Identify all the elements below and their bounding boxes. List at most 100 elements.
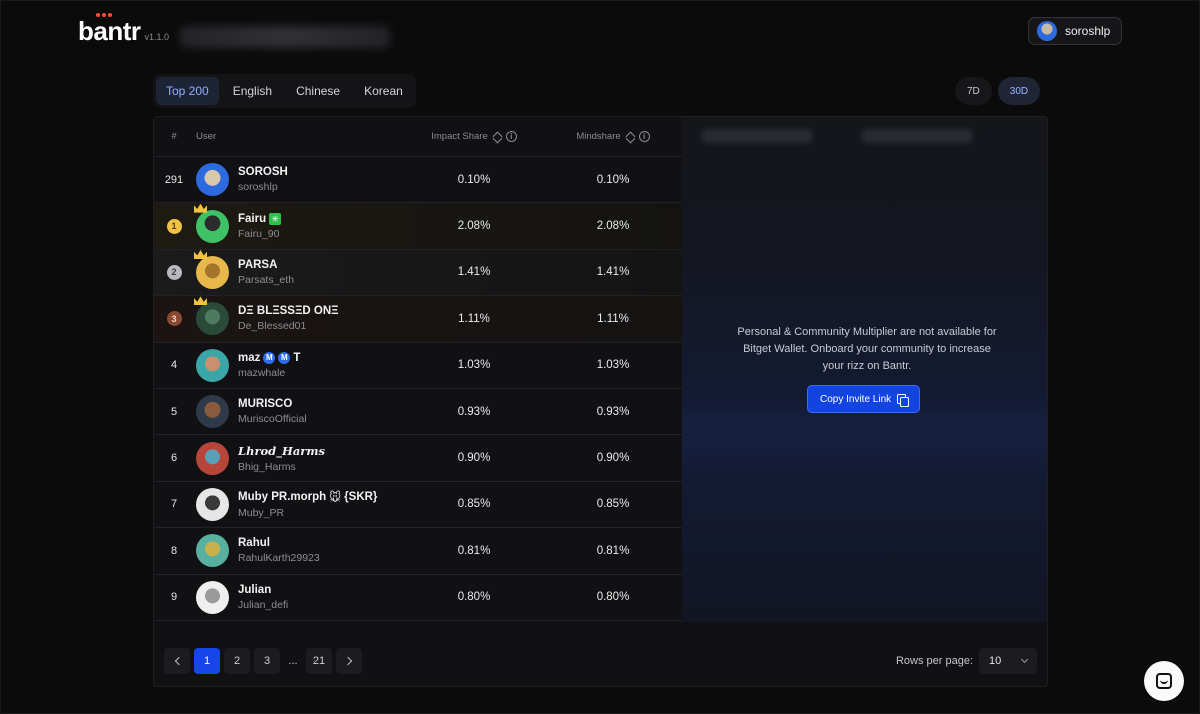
user-avatar bbox=[196, 534, 229, 568]
table-header: # User Impact Share i Mindshare i bbox=[154, 117, 682, 157]
blurred-title bbox=[180, 26, 390, 48]
col-impact-label: Impact Share bbox=[431, 131, 488, 142]
table-row[interactable]: 1 Fairu ✳ Fairu_90 2.08% 2.08% bbox=[154, 203, 682, 250]
m-badge-icon: M bbox=[278, 351, 291, 364]
tab-korean[interactable]: Korean bbox=[354, 77, 413, 105]
crown-icon bbox=[194, 249, 207, 259]
user-display-name: maz bbox=[238, 351, 261, 364]
verified-badge-icon: ✳ bbox=[269, 212, 282, 225]
sort-icon[interactable] bbox=[626, 132, 634, 142]
info-icon[interactable]: i bbox=[505, 131, 517, 142]
user-display-name: Rahul bbox=[238, 537, 270, 550]
user-display-name: 𝑳𝒉𝒓𝒐𝒅_𝑯𝒂𝒓𝒎𝒔 bbox=[238, 443, 325, 458]
table-row[interactable]: 3 DΞ BLΞSSΞD ONΞ De_Blessed01 1.11% 1.11… bbox=[154, 296, 682, 343]
table-row[interactable]: 4 maz M M T mazwhale 1.03% 1.03% bbox=[154, 343, 682, 389]
leaderboard-panel: # User Impact Share i Mindshare i 291 SO… bbox=[153, 116, 1048, 687]
logo-text: bantr bbox=[78, 16, 141, 46]
copy-icon bbox=[897, 393, 910, 407]
user-handle: MuriscoOfficial bbox=[238, 413, 307, 426]
row-rank: 9 bbox=[170, 591, 178, 604]
user-avatar bbox=[196, 487, 229, 521]
page-button-1[interactable]: 1 bbox=[194, 648, 220, 674]
col-mind-label: Mindshare bbox=[576, 131, 621, 142]
page-ellipsis: ... bbox=[288, 655, 298, 667]
rows-per-page-label: Rows per page: bbox=[895, 655, 973, 667]
copy-invite-link-button[interactable]: Copy Invite Link bbox=[807, 385, 921, 413]
page-button-2[interactable]: 2 bbox=[224, 648, 250, 674]
tab-english[interactable]: English bbox=[223, 77, 282, 105]
mouse-emoji-icon: 🐭 bbox=[329, 491, 342, 504]
chevron-left-icon bbox=[174, 656, 183, 666]
app-version: v1.1.0 bbox=[144, 32, 170, 42]
user-handle: Bhig_Harms bbox=[238, 460, 296, 473]
copy-invite-link-label: Copy Invite Link bbox=[820, 393, 892, 405]
page-button-3[interactable]: 3 bbox=[254, 648, 280, 674]
user-avatar bbox=[196, 348, 229, 382]
table-row[interactable]: 5 MURISCO MuriscoOfficial 0.93% 0.93% bbox=[154, 389, 682, 436]
support-chat-button[interactable] bbox=[1144, 661, 1184, 701]
row-rank: 6 bbox=[170, 452, 178, 465]
col-rank: # bbox=[171, 131, 177, 142]
table-row[interactable]: 9 Julian Julian_defi 0.80% 0.80% bbox=[154, 575, 682, 621]
user-display-name: Muby PR.morph bbox=[238, 490, 327, 503]
sort-icon[interactable] bbox=[493, 132, 501, 142]
next-page-button[interactable] bbox=[336, 648, 362, 674]
impact-share-value: 0.81% bbox=[457, 544, 491, 557]
tab-30d[interactable]: 30D bbox=[997, 77, 1041, 105]
mindshare-value: 2.08% bbox=[596, 220, 630, 233]
user-avatar bbox=[1037, 21, 1057, 41]
impact-share-value: 1.41% bbox=[457, 266, 491, 279]
info-icon[interactable]: i bbox=[638, 131, 650, 142]
mindshare-value: 0.90% bbox=[596, 452, 630, 465]
user-name-suffix: T bbox=[293, 351, 301, 364]
impact-share-value: 1.11% bbox=[458, 312, 490, 325]
impact-share-value: 0.85% bbox=[457, 498, 491, 511]
table-row[interactable]: 8 Rahul RahulKarth29923 0.81% 0.81% bbox=[154, 528, 682, 575]
col-impact-share[interactable]: Impact Share i bbox=[404, 131, 544, 142]
table-row[interactable]: 291 SOROSH soroshlp 0.10% 0.10% bbox=[154, 157, 682, 204]
row-rank: 5 bbox=[170, 405, 178, 418]
user-display-name: Julian bbox=[238, 583, 272, 596]
rows-per-page: Rows per page: 10 bbox=[896, 648, 1037, 674]
mindshare-value: 0.81% bbox=[596, 544, 630, 557]
table-row[interactable]: 2 PARSA Parsats_eth 1.41% 1.41% bbox=[154, 249, 682, 297]
chevron-down-icon bbox=[1020, 655, 1029, 664]
silver-medal-icon: 2 bbox=[166, 264, 182, 280]
col-user: User bbox=[196, 131, 217, 142]
tab-chinese[interactable]: Chinese bbox=[286, 77, 350, 105]
tab-top-200[interactable]: Top 200 bbox=[156, 77, 219, 105]
user-name: soroshlp bbox=[1065, 24, 1111, 38]
language-tabs: Top 200 English Chinese Korean bbox=[153, 74, 416, 108]
chat-icon bbox=[1156, 673, 1172, 689]
user-avatar bbox=[196, 395, 229, 429]
rows-per-page-select[interactable]: 10 bbox=[979, 648, 1037, 674]
multiplier-unavailable-message: Personal & Community Multiplier are not … bbox=[737, 326, 997, 372]
user-display-name: MURISCO bbox=[238, 398, 293, 411]
logo[interactable]: bantr v1.1.0 bbox=[78, 13, 170, 46]
bronze-medal-icon: 3 bbox=[166, 311, 182, 327]
table-row[interactable]: 6 𝑳𝒉𝒓𝒐𝒅_𝑯𝒂𝒓𝒎𝒔 Bhig_Harms 0.90% 0.90% bbox=[154, 435, 682, 482]
gold-medal-icon: 1 bbox=[166, 218, 182, 234]
tab-7d[interactable]: 7D bbox=[955, 77, 992, 105]
row-rank: 4 bbox=[170, 359, 178, 372]
table-row[interactable]: 7 Muby PR.morph 🐭 {SKR} Muby_PR 0.85% 0.… bbox=[154, 482, 682, 529]
m-badge-icon: M bbox=[263, 351, 276, 364]
impact-share-value: 0.80% bbox=[457, 591, 491, 604]
col-mindshare[interactable]: Mindshare i bbox=[544, 131, 682, 142]
user-menu-button[interactable]: soroshlp bbox=[1028, 17, 1122, 45]
prev-page-button[interactable] bbox=[164, 648, 190, 674]
mindshare-value: 0.10% bbox=[596, 173, 630, 186]
leaderboard-table: # User Impact Share i Mindshare i 291 SO… bbox=[154, 117, 682, 621]
crown-icon bbox=[194, 296, 207, 306]
mindshare-value: 1.11% bbox=[597, 312, 629, 325]
user-handle: RahulKarth29923 bbox=[238, 552, 320, 565]
page-button-21[interactable]: 21 bbox=[306, 648, 332, 674]
impact-share-value: 0.90% bbox=[457, 452, 491, 465]
impact-share-value: 2.08% bbox=[457, 220, 491, 233]
user-display-name: SOROSH bbox=[238, 166, 288, 179]
impact-share-value: 1.03% bbox=[457, 359, 491, 372]
user-handle: Muby_PR bbox=[238, 506, 285, 519]
chevron-right-icon bbox=[343, 656, 352, 666]
crown-icon bbox=[194, 203, 207, 213]
mindshare-value: 1.03% bbox=[596, 359, 630, 372]
